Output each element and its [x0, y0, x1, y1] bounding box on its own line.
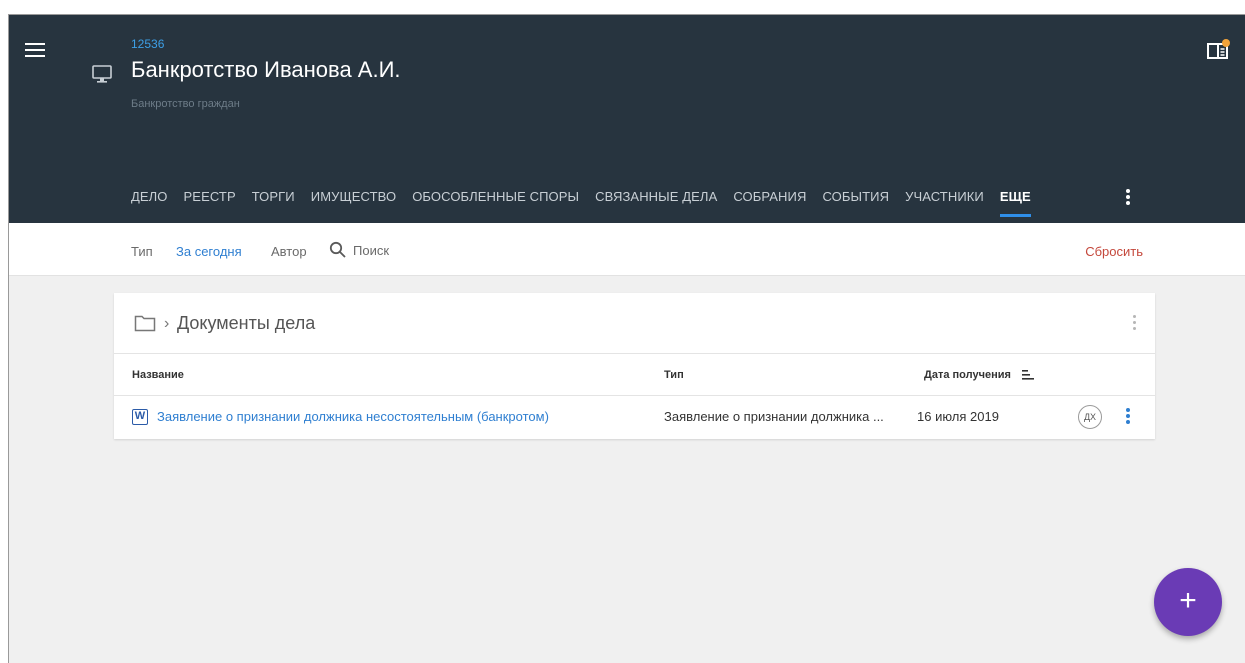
document-date: 16 июля 2019	[917, 409, 999, 424]
reset-button[interactable]: Сбросить	[1085, 244, 1143, 259]
filter-bar: Тип За сегодня Автор Поиск Сбросить	[9, 223, 1245, 276]
add-document-button[interactable]: +	[1154, 568, 1222, 636]
more-vert-icon[interactable]	[1122, 189, 1134, 207]
filter-type[interactable]: Тип	[131, 244, 153, 259]
tab-sobraniya[interactable]: СОБРАНИЯ	[733, 187, 806, 204]
column-header-type[interactable]: Тип	[664, 369, 684, 381]
folder-icon[interactable]	[134, 314, 156, 332]
tab-reestr[interactable]: РЕЕСТР	[184, 187, 236, 204]
breadcrumb-separator: ›	[164, 315, 170, 332]
page-title: Банкротство Иванова А.И.	[131, 57, 401, 82]
tab-uchastniki[interactable]: УЧАСТНИКИ	[905, 187, 984, 204]
filter-today[interactable]: За сегодня	[176, 244, 242, 259]
app-frame: 12536 Банкротство Иванова А.И. Банкротст…	[8, 14, 1245, 663]
tab-eshche[interactable]: ЕЩЕ	[999, 187, 1031, 217]
documents-card: › Документы дела Название Тип Дата получ…	[114, 293, 1155, 439]
column-header-name[interactable]: Название	[132, 369, 184, 381]
tab-delo[interactable]: ДЕЛО	[131, 187, 168, 204]
card-more-vert-icon[interactable]	[1131, 315, 1137, 333]
column-header-date[interactable]: Дата получения	[924, 369, 1011, 381]
table-header: Название Тип Дата получения	[114, 354, 1155, 396]
tab-sobytiya[interactable]: СОБЫТИЯ	[822, 187, 889, 204]
case-id: 12536	[131, 37, 165, 51]
table-row[interactable]: W Заявление о признании должника несосто…	[114, 397, 1155, 439]
sort-icon[interactable]	[1022, 369, 1034, 380]
author-avatar[interactable]: ДХ	[1078, 405, 1102, 429]
breadcrumb: › Документы дела	[114, 293, 1155, 354]
tab-torgi[interactable]: ТОРГИ	[252, 187, 295, 204]
case-header: 12536 Банкротство Иванова А.И. Банкротст…	[9, 15, 1245, 223]
search-input[interactable]: Поиск	[329, 239, 389, 261]
tab-obosoblennye-spory[interactable]: ОБОСОБЛЕННЫЕ СПОРЫ	[412, 187, 579, 204]
tab-imushchestvo[interactable]: ИМУЩЕСТВО	[311, 187, 396, 204]
tab-svyazannye-dela[interactable]: СВЯЗАННЫЕ ДЕЛА	[595, 187, 717, 204]
case-category: Банкротство граждан	[131, 98, 240, 110]
document-type: Заявление о признании должника ...	[664, 409, 884, 424]
search-icon	[329, 241, 346, 258]
monitor-icon	[92, 65, 112, 83]
word-file-icon: W	[132, 409, 148, 425]
row-more-vert-icon[interactable]	[1125, 408, 1131, 428]
hamburger-menu-icon[interactable]	[25, 43, 45, 59]
panel-notification-icon[interactable]	[1205, 37, 1231, 63]
search-placeholder: Поиск	[353, 242, 390, 258]
document-name-link[interactable]: Заявление о признании должника несостоят…	[157, 409, 549, 424]
case-tabs: ДЕЛО РЕЕСТР ТОРГИ ИМУЩЕСТВО ОБОСОБЛЕННЫЕ…	[131, 187, 1047, 223]
filter-author[interactable]: Автор	[271, 244, 307, 259]
folder-title: Документы дела	[177, 313, 316, 333]
